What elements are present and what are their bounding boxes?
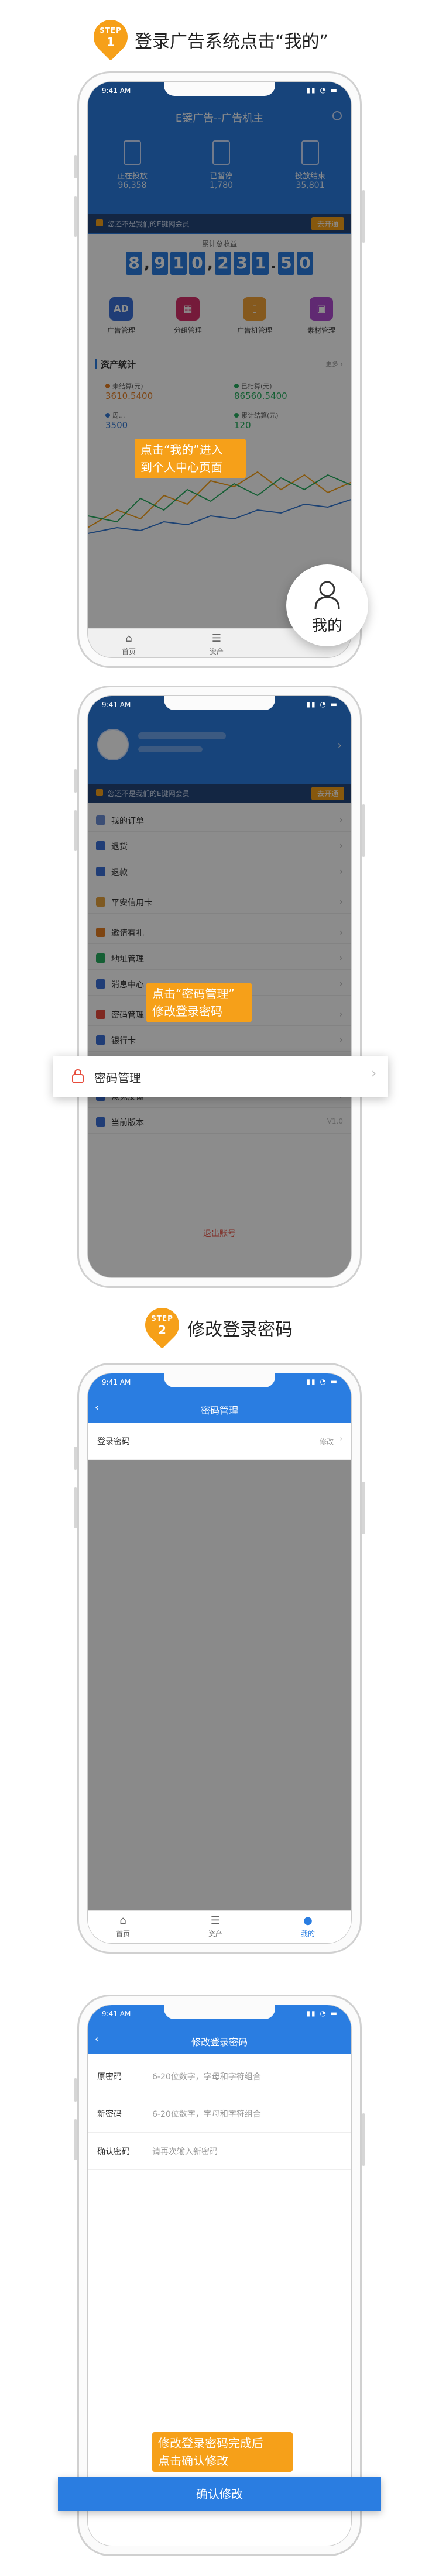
- tab-mine[interactable]: ● 我的: [284, 1914, 331, 1938]
- user-icon: ●: [303, 1914, 313, 1927]
- step2-title: 修改登录密码: [187, 1320, 293, 1340]
- user-icon: [314, 581, 340, 609]
- chevron-right-icon: ›: [339, 1434, 343, 1444]
- lock-icon: [72, 1069, 84, 1083]
- password-management-highlight[interactable]: 密码管理 ›: [53, 1056, 388, 1097]
- tab-assets[interactable]: ☰ 资产: [193, 632, 240, 656]
- phone-1: 9:41 AM ▮▮ ◔ ▬ E键广告--广告机主 正在投放 96,358 已暂停 1,…: [74, 71, 368, 668]
- mine-label: 我的: [311, 617, 342, 635]
- tab-home[interactable]: ⌂ 首页: [100, 1914, 146, 1938]
- confirm-callout: 修改登录密码完成后 点击确认修改: [152, 2432, 293, 2472]
- phone-4: 9:41 AM ▮▮ ◔ ▬ ‹ 修改登录密码 原密码 6-20位数字，字母和字符组…: [58, 1995, 381, 2556]
- tab-home[interactable]: ⌂ 首页: [105, 632, 152, 656]
- assets-icon: ☰: [211, 632, 222, 645]
- step1-title: 登录广告系统点击“我的”: [135, 32, 329, 52]
- phone-3: 9:41 AM ▮▮ ◔ ▬ ‹ 密码管理 登录密码 修改 › ⌂ 首页 ☰ 资产 ●…: [74, 1363, 365, 1954]
- chevron-right-icon: ›: [371, 1066, 376, 1081]
- home-icon: ⌂: [119, 1914, 126, 1927]
- tab-mine-highlight[interactable]: 我的: [286, 564, 368, 646]
- confirm-change-button[interactable]: 确认修改: [58, 2477, 381, 2511]
- step1-callout: 点击“我的”进入 到个人中心页面: [135, 439, 246, 478]
- step2-callout: 点击“密码管理” 修改登录密码: [146, 983, 252, 1022]
- password-field[interactable]: 新密码 6-20位数字，字母和字符组合: [88, 2095, 351, 2133]
- page-title: 修改登录密码: [191, 2037, 248, 2048]
- step2-badge: STEP 2: [138, 1300, 187, 1350]
- phone-2: › 9:41 AM ▮▮ ◔ ▬ 您还不是我们的E键网会员 去开通 我的订单 › 退货…: [53, 686, 388, 1288]
- step2-header: STEP 2 修改登录密码: [0, 1300, 439, 1364]
- password-field[interactable]: 原密码 6-20位数字，字母和字符组合: [88, 2058, 351, 2095]
- login-password-row[interactable]: 登录密码 修改 ›: [88, 1423, 351, 1460]
- home-icon: ⌂: [125, 632, 132, 645]
- tab-assets[interactable]: ☰ 资产: [192, 1914, 239, 1938]
- step1-badge: STEP 1: [86, 12, 135, 62]
- password-field[interactable]: 确认密码 请再次输入新密码: [88, 2133, 351, 2170]
- assets-icon: ☰: [210, 1914, 221, 1927]
- page-title: 密码管理: [200, 1405, 238, 1416]
- step1-header: STEP 1 登录广告系统点击“我的”: [0, 12, 439, 76]
